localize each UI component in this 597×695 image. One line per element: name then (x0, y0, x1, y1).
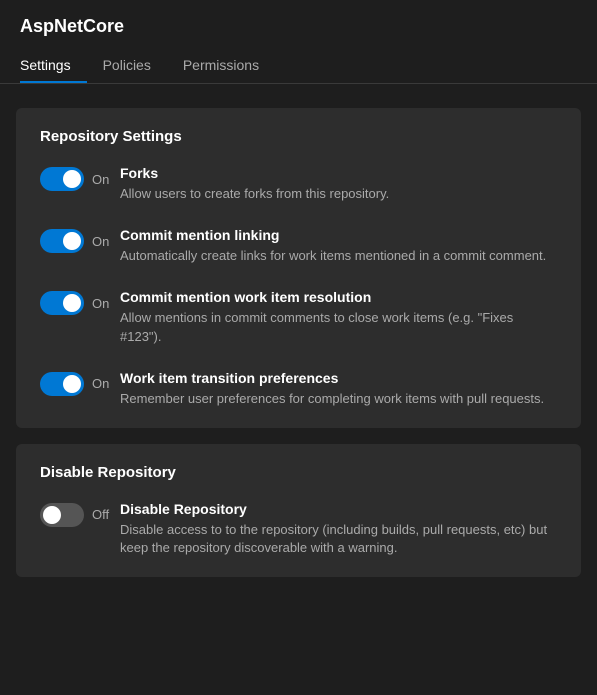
tab-policies[interactable]: Policies (87, 49, 167, 83)
repository-settings-section: Repository Settings On Forks Allow users… (16, 108, 581, 428)
forks-setting: On Forks Allow users to create forks fro… (40, 165, 557, 203)
forks-desc: Allow users to create forks from this re… (120, 185, 557, 203)
disable-repo-toggle-group: Off (40, 503, 120, 527)
work-item-transition-toggle-label: On (92, 376, 109, 391)
work-item-transition-info: Work item transition preferences Remembe… (120, 370, 557, 408)
disable-repository-title: Disable Repository (40, 464, 557, 481)
repository-settings-title: Repository Settings (40, 128, 557, 145)
work-item-transition-setting: On Work item transition preferences Reme… (40, 370, 557, 408)
forks-toggle-group: On (40, 167, 120, 191)
commit-mention-work-item-setting: On Commit mention work item resolution A… (40, 289, 557, 345)
work-item-transition-name: Work item transition preferences (120, 370, 557, 386)
disable-repo-toggle[interactable] (40, 503, 84, 527)
tab-permissions[interactable]: Permissions (167, 49, 275, 83)
commit-mention-work-item-desc: Allow mentions in commit comments to clo… (120, 309, 557, 345)
commit-mention-work-item-toggle-group: On (40, 291, 120, 315)
tabs-nav: Settings Policies Permissions (20, 49, 577, 83)
commit-mention-linking-name: Commit mention linking (120, 227, 557, 243)
commit-mention-linking-toggle-label: On (92, 234, 109, 249)
forks-toggle-knob (63, 170, 81, 188)
commit-mention-work-item-toggle-label: On (92, 296, 109, 311)
commit-mention-work-item-name: Commit mention work item resolution (120, 289, 557, 305)
commit-mention-linking-setting: On Commit mention linking Automatically … (40, 227, 557, 265)
disable-repo-toggle-label: Off (92, 507, 109, 522)
disable-repo-toggle-knob (43, 506, 61, 524)
forks-name: Forks (120, 165, 557, 181)
forks-info: Forks Allow users to create forks from t… (120, 165, 557, 203)
work-item-transition-toggle[interactable] (40, 372, 84, 396)
commit-mention-linking-toggle-group: On (40, 229, 120, 253)
work-item-transition-toggle-knob (63, 375, 81, 393)
commit-mention-linking-toggle-knob (63, 232, 81, 250)
work-item-transition-toggle-group: On (40, 372, 120, 396)
forks-toggle-label: On (92, 172, 109, 187)
app-header: AspNetCore Settings Policies Permissions (0, 0, 597, 83)
tab-settings[interactable]: Settings (20, 49, 87, 83)
commit-mention-work-item-info: Commit mention work item resolution Allo… (120, 289, 557, 345)
disable-repository-section: Disable Repository Off Disable Repositor… (16, 444, 581, 577)
page-content: Repository Settings On Forks Allow users… (0, 100, 597, 601)
commit-mention-work-item-toggle[interactable] (40, 291, 84, 315)
commit-mention-work-item-toggle-knob (63, 294, 81, 312)
tab-divider (0, 83, 597, 84)
commit-mention-linking-toggle[interactable] (40, 229, 84, 253)
forks-toggle[interactable] (40, 167, 84, 191)
disable-repo-setting: Off Disable Repository Disable access to… (40, 501, 557, 557)
disable-repo-name: Disable Repository (120, 501, 557, 517)
work-item-transition-desc: Remember user preferences for completing… (120, 390, 557, 408)
app-title: AspNetCore (20, 16, 577, 37)
disable-repo-desc: Disable access to to the repository (inc… (120, 521, 557, 557)
commit-mention-linking-info: Commit mention linking Automatically cre… (120, 227, 557, 265)
disable-repo-info: Disable Repository Disable access to to … (120, 501, 557, 557)
commit-mention-linking-desc: Automatically create links for work item… (120, 247, 557, 265)
